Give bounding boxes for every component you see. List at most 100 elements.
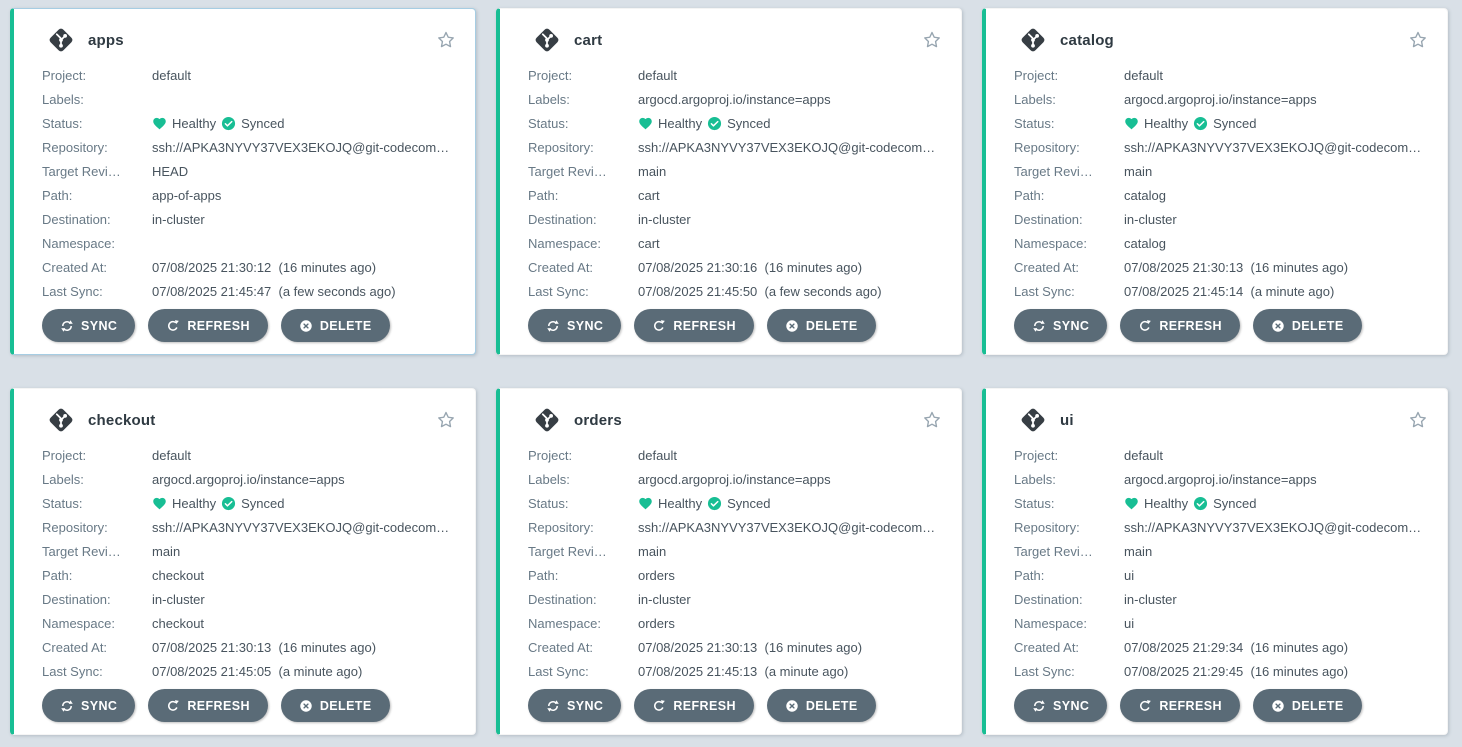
favorite-star-icon[interactable] <box>921 29 943 51</box>
favorite-star-icon[interactable] <box>1407 409 1429 431</box>
field-row-project: Project: default <box>42 443 459 467</box>
application-card-apps[interactable]: apps Project: default Labels: Status: <box>10 8 476 355</box>
field-row-repository: Repository: ssh://APKA3NYVY37VEX3EKOJQ@g… <box>1014 515 1431 539</box>
card-actions: SYNC REFRESH DELETE <box>42 683 459 722</box>
sync-status-text[interactable]: Synced <box>241 496 284 511</box>
application-name[interactable]: checkout <box>88 412 155 429</box>
field-label: Path: <box>528 188 638 203</box>
application-name[interactable]: orders <box>574 412 622 429</box>
sync-button[interactable]: SYNC <box>42 689 135 722</box>
last-sync-value: 07/08/2025 21:45:13 (a minute ago) <box>638 664 945 679</box>
health-status-text[interactable]: Healthy <box>1144 116 1188 131</box>
sync-status-text[interactable]: Synced <box>1213 496 1256 511</box>
delete-button[interactable]: DELETE <box>767 309 876 342</box>
health-status-text[interactable]: Healthy <box>172 496 216 511</box>
favorite-star-icon[interactable] <box>921 409 943 431</box>
healthy-heart-icon <box>1124 116 1139 131</box>
sync-button[interactable]: SYNC <box>1014 689 1107 722</box>
sync-button[interactable]: SYNC <box>1014 309 1107 342</box>
sync-status-text[interactable]: Synced <box>1213 116 1256 131</box>
repository-value: ssh://APKA3NYVY37VEX3EKOJQ@git-codecom… <box>1124 520 1431 535</box>
namespace-value: ui <box>1124 616 1431 631</box>
sync-button[interactable]: SYNC <box>528 689 621 722</box>
application-card-orders[interactable]: orders Project: default Labels: argocd.a… <box>496 388 962 735</box>
delete-button[interactable]: DELETE <box>281 689 390 722</box>
refresh-button[interactable]: REFRESH <box>634 689 754 722</box>
delete-button-label: DELETE <box>1292 319 1344 333</box>
labels-value: argocd.argoproj.io/instance=apps <box>638 472 945 487</box>
field-row-project: Project: default <box>1014 63 1431 87</box>
field-row-namespace: Namespace: cart <box>528 231 945 255</box>
sync-button-label: SYNC <box>567 699 603 713</box>
refresh-button[interactable]: REFRESH <box>1120 689 1240 722</box>
favorite-star-icon[interactable] <box>435 409 457 431</box>
refresh-button[interactable]: REFRESH <box>634 309 754 342</box>
sync-status-text[interactable]: Synced <box>241 116 284 131</box>
field-label: Created At: <box>528 260 638 275</box>
field-row-path: Path: checkout <box>42 563 459 587</box>
field-row-target-revision: Target Revi… main <box>528 159 945 183</box>
delete-button[interactable]: DELETE <box>1253 309 1362 342</box>
field-label: Status: <box>42 496 152 511</box>
field-row-project: Project: default <box>528 63 945 87</box>
last-sync-value: 07/08/2025 21:45:14 (a minute ago) <box>1124 284 1431 299</box>
sync-arrows-icon <box>1032 699 1046 713</box>
delete-button[interactable]: DELETE <box>1253 689 1362 722</box>
application-name[interactable]: catalog <box>1060 32 1114 49</box>
field-row-status: Status: Healthy Synced <box>1014 491 1431 515</box>
field-label: Target Revi… <box>1014 544 1124 559</box>
field-row-labels: Labels: argocd.argoproj.io/instance=apps <box>528 467 945 491</box>
path-value: catalog <box>1124 188 1431 203</box>
last-sync-value: 07/08/2025 21:45:05 (a minute ago) <box>152 664 459 679</box>
namespace-value: catalog <box>1124 236 1431 251</box>
sync-button[interactable]: SYNC <box>528 309 621 342</box>
field-label: Last Sync: <box>528 284 638 299</box>
application-card-checkout[interactable]: checkout Project: default Labels: argocd… <box>10 388 476 735</box>
field-row-target-revision: Target Revi… main <box>1014 539 1431 563</box>
refresh-button[interactable]: REFRESH <box>1120 309 1240 342</box>
sync-button[interactable]: SYNC <box>42 309 135 342</box>
favorite-star-icon[interactable] <box>435 29 457 51</box>
field-row-path: Path: app-of-apps <box>42 183 459 207</box>
field-row-created-at: Created At: 07/08/2025 21:30:16 (16 minu… <box>528 255 945 279</box>
health-status-text[interactable]: Healthy <box>658 496 702 511</box>
field-rows: Project: default Labels: Status: Healthy <box>42 63 459 303</box>
redo-arrow-icon <box>166 699 180 713</box>
field-row-status: Status: Healthy Synced <box>528 111 945 135</box>
field-row-created-at: Created At: 07/08/2025 21:30:13 (16 minu… <box>528 635 945 659</box>
namespace-value: orders <box>638 616 945 631</box>
field-label: Target Revi… <box>42 164 152 179</box>
refresh-button[interactable]: REFRESH <box>148 689 268 722</box>
refresh-button[interactable]: REFRESH <box>148 309 268 342</box>
delete-button[interactable]: DELETE <box>767 689 876 722</box>
application-card-catalog[interactable]: catalog Project: default Labels: argocd.… <box>982 8 1448 355</box>
health-status-text[interactable]: Healthy <box>1144 496 1188 511</box>
field-label: Namespace: <box>1014 236 1124 251</box>
field-label: Project: <box>42 68 152 83</box>
health-status-text[interactable]: Healthy <box>172 116 216 131</box>
application-name[interactable]: cart <box>574 32 602 49</box>
application-name[interactable]: ui <box>1060 412 1074 429</box>
field-row-destination: Destination: in-cluster <box>42 587 459 611</box>
healthy-heart-icon <box>152 496 167 511</box>
field-row-created-at: Created At: 07/08/2025 21:30:13 (16 minu… <box>1014 255 1431 279</box>
delete-button[interactable]: DELETE <box>281 309 390 342</box>
application-card-cart[interactable]: cart Project: default Labels: argocd.arg… <box>496 8 962 355</box>
last-sync-value: 07/08/2025 21:29:45 (16 minutes ago) <box>1124 664 1431 679</box>
sync-status-text[interactable]: Synced <box>727 496 770 511</box>
field-label: Path: <box>42 188 152 203</box>
application-card-ui[interactable]: ui Project: default Labels: argocd.argop… <box>982 388 1448 735</box>
field-row-created-at: Created At: 07/08/2025 21:29:34 (16 minu… <box>1014 635 1431 659</box>
favorite-star-icon[interactable] <box>1407 29 1429 51</box>
field-rows: Project: default Labels: argocd.argoproj… <box>528 443 945 683</box>
x-circle-icon <box>1271 699 1285 713</box>
field-label: Path: <box>528 568 638 583</box>
target-revision-value: main <box>638 164 945 179</box>
field-label: Status: <box>42 116 152 131</box>
sync-status-text[interactable]: Synced <box>727 116 770 131</box>
sync-button-label: SYNC <box>81 699 117 713</box>
application-name[interactable]: apps <box>88 32 124 49</box>
field-label: Namespace: <box>42 616 152 631</box>
field-label: Destination: <box>1014 592 1124 607</box>
health-status-text[interactable]: Healthy <box>658 116 702 131</box>
